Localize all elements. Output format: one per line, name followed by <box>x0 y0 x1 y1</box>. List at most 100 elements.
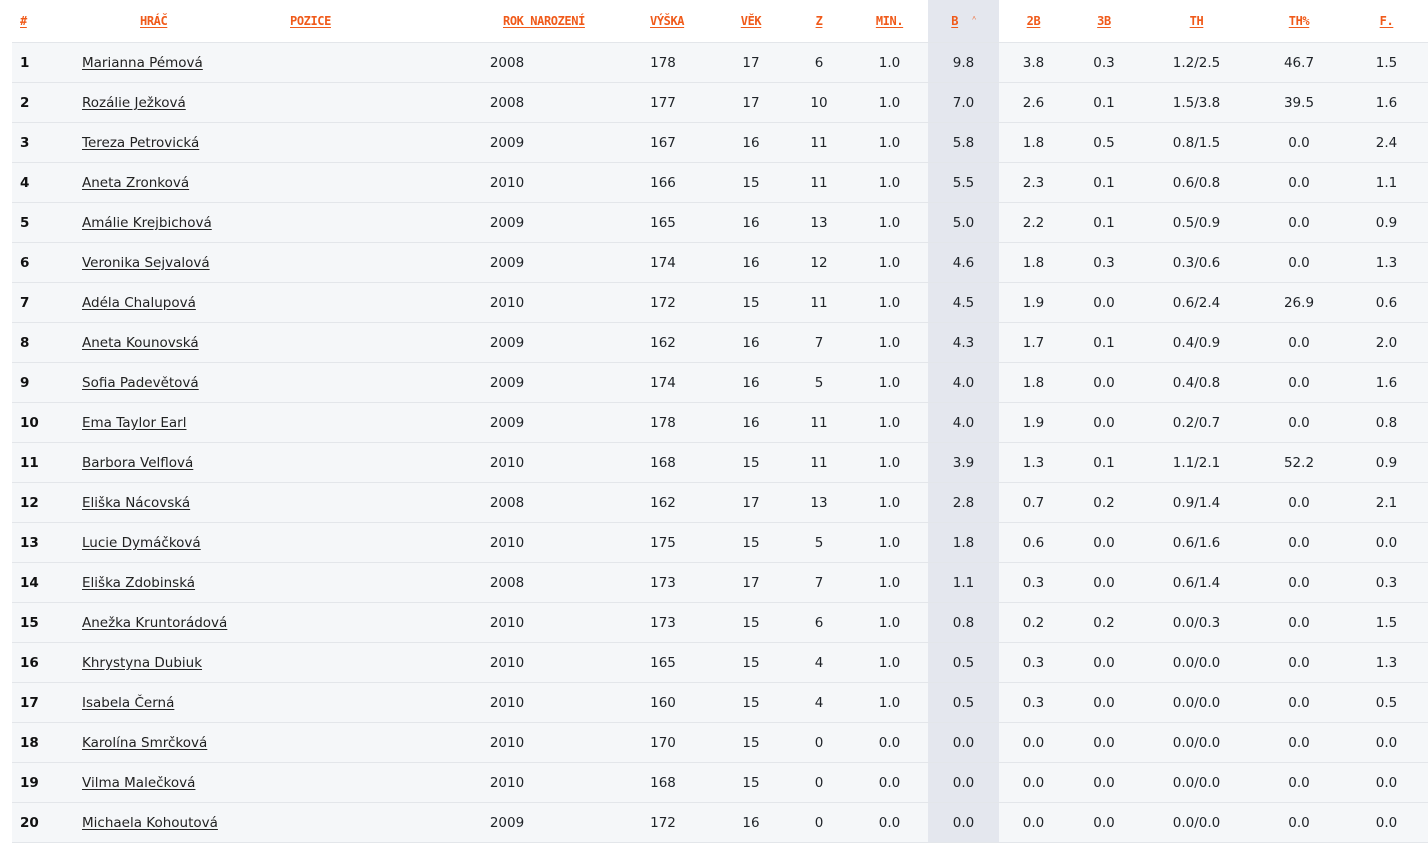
col-header-minutes[interactable]: MIN. <box>851 0 928 43</box>
cell-height: 174 <box>611 362 715 403</box>
player-link[interactable]: Amálie Krejbichová <box>82 215 212 231</box>
cell-three-pointers: 0.0 <box>1068 522 1140 563</box>
cell-age: 15 <box>715 162 787 203</box>
cell-fouls: 2.1 <box>1345 482 1428 523</box>
cell-two-pointers: 1.8 <box>999 242 1068 283</box>
cell-age: 15 <box>715 722 787 763</box>
cell-points: 5.5 <box>928 162 999 203</box>
cell-two-pointers: 0.3 <box>999 562 1068 603</box>
cell-birth-year: 2009 <box>403 802 611 843</box>
cell-height: 166 <box>611 162 715 203</box>
cell-two-pointers: 0.0 <box>999 802 1068 843</box>
cell-rank: 6 <box>12 242 76 283</box>
player-link[interactable]: Isabela Černá <box>82 695 174 711</box>
col-header-player[interactable]: HRÁČ <box>76 0 288 43</box>
player-link[interactable]: Barbora Velflová <box>82 455 193 471</box>
cell-points: 1.8 <box>928 522 999 563</box>
player-link[interactable]: Lucie Dymáčková <box>82 535 201 551</box>
col-header-free-throw-pct[interactable]: TH% <box>1253 0 1345 43</box>
table-row: 9 Sofia Padevětová 2009 174 16 5 1.0 4.0 1.8 0.0 0… <box>12 362 1428 403</box>
cell-position <box>288 442 403 483</box>
col-header-games[interactable]: Z <box>787 0 851 43</box>
col-header-position[interactable]: POZICE <box>288 0 403 43</box>
cell-two-pointers: 0.3 <box>999 682 1068 723</box>
table-row: 4 Aneta Zronková 2010 166 15 11 1.0 5.5 2.3 0.1 0.… <box>12 162 1428 203</box>
cell-fouls: 1.5 <box>1345 42 1428 83</box>
player-link[interactable]: Vilma Malečková <box>82 775 195 791</box>
cell-points: 2.8 <box>928 482 999 523</box>
cell-age: 16 <box>715 802 787 843</box>
cell-fouls: 0.0 <box>1345 802 1428 843</box>
cell-minutes: 1.0 <box>851 202 928 243</box>
player-link[interactable]: Michaela Kohoutová <box>82 815 218 831</box>
cell-age: 17 <box>715 82 787 123</box>
table-row: 12 Eliška Nácovská 2008 162 17 13 1.0 2.8 0.7 0.2… <box>12 482 1428 523</box>
cell-age: 16 <box>715 202 787 243</box>
player-link[interactable]: Veronika Sejvalová <box>82 255 210 271</box>
player-link[interactable]: Karolína Smrčková <box>82 735 207 751</box>
cell-rank: 12 <box>12 482 76 523</box>
col-header-fouls[interactable]: F. <box>1345 0 1428 43</box>
table-row: 16 Khrystyna Dubiuk 2010 165 15 4 1.0 0.5 0.3 0.0… <box>12 642 1428 683</box>
player-link[interactable]: Tereza Petrovická <box>82 135 199 151</box>
cell-minutes: 1.0 <box>851 282 928 323</box>
table-header-row: # HRÁČ POZICE ROK NAROZENÍ VÝŠKA VĚK Z M… <box>12 0 1428 43</box>
cell-two-pointers: 0.2 <box>999 602 1068 643</box>
player-link[interactable]: Khrystyna Dubiuk <box>82 655 202 671</box>
cell-birth-year: 2008 <box>403 562 611 603</box>
cell-three-pointers: 0.2 <box>1068 602 1140 643</box>
points-header-label: B <box>951 14 959 28</box>
cell-player-name: Eliška Zdobinská <box>76 562 288 603</box>
cell-position <box>288 642 403 683</box>
cell-minutes: 1.0 <box>851 602 928 643</box>
player-link[interactable]: Ema Taylor Earl <box>82 415 186 431</box>
cell-two-pointers: 0.7 <box>999 482 1068 523</box>
col-header-rank[interactable]: # <box>12 0 76 43</box>
player-link[interactable]: Aneta Kounovská <box>82 335 199 351</box>
cell-fouls: 0.9 <box>1345 202 1428 243</box>
player-link[interactable]: Adéla Chalupová <box>82 295 196 311</box>
cell-rank: 20 <box>12 802 76 843</box>
cell-free-throw-pct: 0.0 <box>1253 762 1345 803</box>
cell-three-pointers: 0.1 <box>1068 202 1140 243</box>
cell-games: 10 <box>787 82 851 123</box>
cell-free-throw-pct: 39.5 <box>1253 82 1345 123</box>
cell-fouls: 1.6 <box>1345 362 1428 403</box>
col-header-age[interactable]: VĚK <box>715 0 787 43</box>
cell-birth-year: 2008 <box>403 82 611 123</box>
cell-birth-year: 2008 <box>403 42 611 83</box>
cell-three-pointers: 0.0 <box>1068 362 1140 403</box>
col-header-two-pointers[interactable]: 2B <box>999 0 1068 43</box>
cell-points: 0.5 <box>928 642 999 683</box>
cell-three-pointers: 0.5 <box>1068 122 1140 163</box>
cell-minutes: 1.0 <box>851 122 928 163</box>
cell-birth-year: 2010 <box>403 722 611 763</box>
col-header-three-pointers[interactable]: 3B <box>1068 0 1140 43</box>
player-link[interactable]: Eliška Nácovská <box>82 495 190 511</box>
player-link[interactable]: Marianna Pémová <box>82 55 203 71</box>
col-header-points[interactable]: B ˄ <box>928 0 999 43</box>
cell-minutes: 1.0 <box>851 162 928 203</box>
col-header-height[interactable]: VÝŠKA <box>611 0 715 43</box>
cell-rank: 18 <box>12 722 76 763</box>
cell-fouls: 0.0 <box>1345 522 1428 563</box>
cell-height: 174 <box>611 242 715 283</box>
cell-free-throws: 0.9/1.4 <box>1140 482 1253 523</box>
cell-age: 15 <box>715 682 787 723</box>
cell-fouls: 1.3 <box>1345 642 1428 683</box>
cell-free-throw-pct: 26.9 <box>1253 282 1345 323</box>
player-link[interactable]: Sofia Padevětová <box>82 375 199 391</box>
cell-player-name: Barbora Velflová <box>76 442 288 483</box>
cell-birth-year: 2010 <box>403 522 611 563</box>
col-header-free-throws[interactable]: TH <box>1140 0 1253 43</box>
cell-age: 16 <box>715 362 787 403</box>
player-link[interactable]: Eliška Zdobinská <box>82 575 195 591</box>
cell-games: 11 <box>787 162 851 203</box>
player-link[interactable]: Anežka Kruntorádová <box>82 615 227 631</box>
player-link[interactable]: Aneta Zronková <box>82 175 189 191</box>
cell-position <box>288 82 403 123</box>
cell-height: 177 <box>611 82 715 123</box>
cell-height: 175 <box>611 522 715 563</box>
player-link[interactable]: Rozálie Ježková <box>82 95 186 111</box>
col-header-birth-year[interactable]: ROK NAROZENÍ <box>403 0 611 43</box>
